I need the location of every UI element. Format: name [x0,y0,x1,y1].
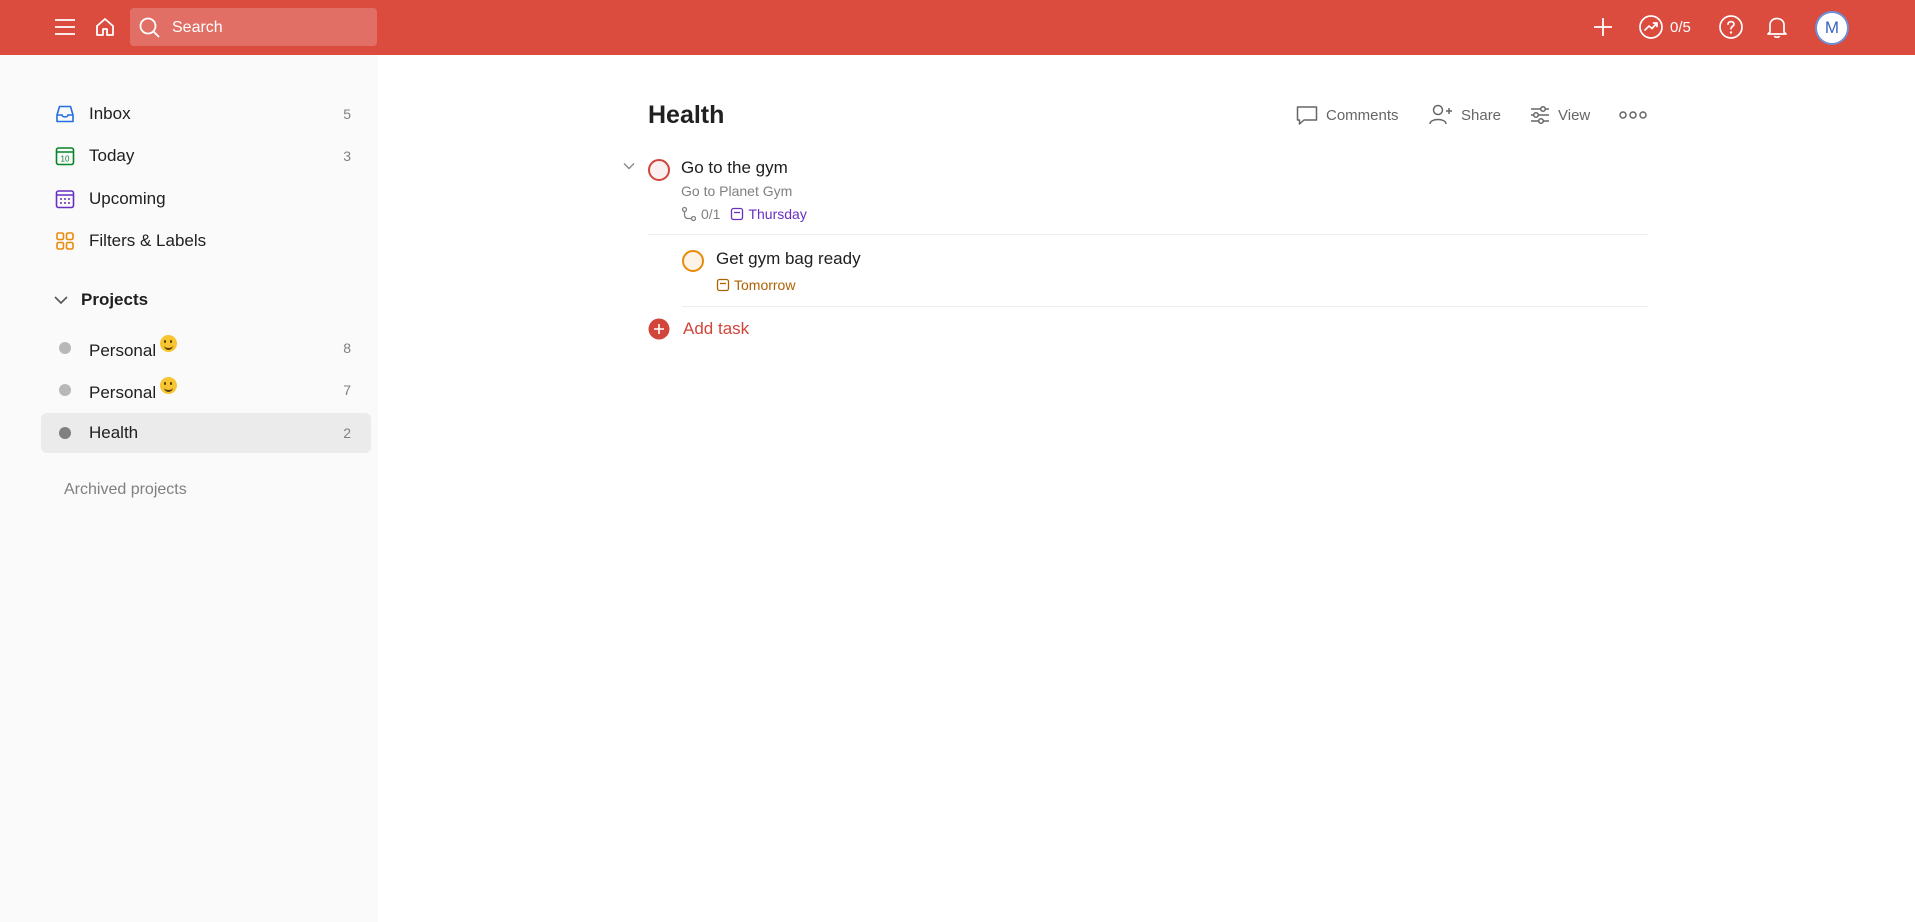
search-placeholder: Search [172,19,223,36]
project-label: Health [89,423,139,442]
sidebar-item-count: 3 [343,148,351,164]
sliders-icon [1531,105,1549,125]
productivity-count: 0/5 [1670,18,1691,36]
sidebar-item-count: 2 [343,425,351,441]
sidebar-item-label: Upcoming [89,189,166,208]
more-horizontal-icon [1619,111,1647,119]
smiling-face-emoji-icon [160,335,178,352]
add-task-button[interactable]: Add task [648,316,749,342]
sidebar-item-filters-labels[interactable]: Filters & Labels [41,221,371,261]
add-task-quick-icon[interactable] [1588,12,1618,42]
project-label-wrap: Personal [89,335,178,361]
share-button[interactable]: Share [1428,101,1501,129]
plus-circle-icon [648,318,670,340]
inbox-icon [53,102,77,126]
project-label-wrap: Personal [89,377,178,403]
view-label: View [1558,106,1591,124]
more-options-button[interactable] [1619,101,1647,129]
menu-icon[interactable] [50,12,80,42]
page-title: Health [648,101,725,129]
help-icon[interactable] [1716,12,1746,42]
productivity-button[interactable]: 0/5 [1638,12,1691,42]
project-label: Personal [89,341,157,360]
collapse-subtasks-toggle[interactable] [620,157,638,180]
sidebar-item-upcoming[interactable]: Upcoming [41,179,371,219]
comment-icon [1296,106,1318,125]
project-color-dot-icon [53,421,77,445]
filters-icon [53,229,77,253]
add-person-icon [1429,104,1452,125]
productivity-icon [1639,15,1663,39]
due-date-icon [716,278,730,292]
project-label: Personal [89,383,157,402]
task-title[interactable]: Get gym bag ready [716,249,861,269]
view-button[interactable]: View [1529,101,1590,129]
sidebar-item-label: Today [89,146,135,165]
chevron-down-icon [54,296,68,305]
task-divider [682,306,1648,307]
notifications-bell-icon[interactable] [1762,12,1792,42]
task-due-date[interactable]: Tomorrow [734,277,795,293]
sidebar-item-today[interactable]: 10 Today 3 [41,136,371,176]
task-meta: 0/1 Thursday [681,206,807,222]
avatar[interactable]: M [1815,11,1849,45]
sidebar-item-count: 7 [343,382,351,398]
task-divider [648,234,1648,235]
sidebar-item-count: 8 [343,340,351,356]
subtask-count: 0/1 [701,206,721,222]
project-color-dot-icon [53,378,77,402]
add-task-label: Add task [683,319,750,338]
sidebar-item-project-health[interactable]: Health 2 [41,413,371,453]
sidebar-item-label: Filters & Labels [89,231,207,250]
search-input[interactable]: Search [130,8,377,46]
task-checkbox[interactable] [648,159,670,181]
sidebar-item-project-personal[interactable]: Personal 7 [41,370,371,410]
chevron-down-icon [623,163,635,170]
calendar-today-date: 10 [61,155,70,164]
archived-projects-link[interactable]: Archived projects [64,481,187,499]
comments-label: Comments [1326,106,1399,124]
calendar-today-icon: 10 [53,144,77,168]
projects-section-header[interactable]: Projects [53,285,148,315]
home-icon[interactable] [90,12,120,42]
search-icon [138,16,162,45]
comments-button[interactable]: Comments [1295,101,1399,129]
task-title[interactable]: Go to the gym [681,158,788,178]
subtask-icon [681,206,697,222]
sidebar-item-inbox[interactable]: Inbox 5 [41,94,371,134]
avatar-initial: M [1824,18,1840,37]
task-meta: Tomorrow [716,277,795,293]
projects-heading: Projects [81,290,149,309]
task-description: Go to Planet Gym [681,183,793,199]
sidebar-item-project-personal[interactable]: Personal 8 [41,328,371,368]
sidebar-item-label: Inbox [89,104,131,123]
project-color-dot-icon [53,336,77,360]
due-date-icon [731,207,744,221]
smiling-face-emoji-icon [160,377,178,394]
task-due-date[interactable]: Thursday [748,206,806,222]
share-label: Share [1461,106,1502,124]
sidebar-item-count: 5 [343,106,351,122]
task-checkbox[interactable] [682,250,704,272]
calendar-upcoming-icon [53,187,77,211]
top-bar: Search 0/5 M [0,0,1915,55]
